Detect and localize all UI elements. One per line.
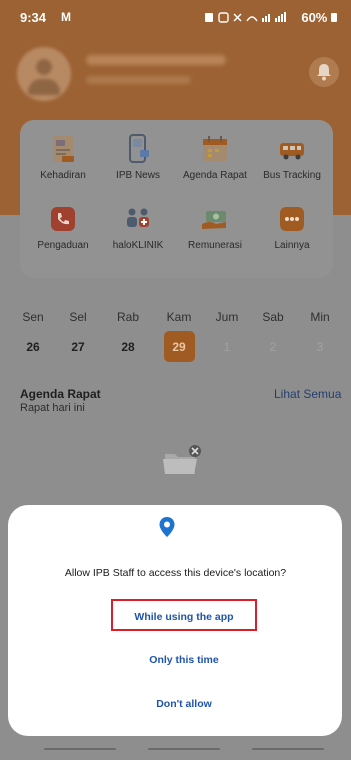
battery-icon bbox=[331, 13, 337, 22]
bus-icon bbox=[277, 134, 307, 164]
menu-label: Bus Tracking bbox=[263, 170, 321, 181]
system-icons bbox=[205, 11, 295, 26]
menu-item-lainnya[interactable]: Lainnya bbox=[253, 204, 331, 251]
date-cell[interactable]: 28 bbox=[108, 340, 148, 354]
menu-label: Lainnya bbox=[274, 240, 310, 251]
blurred-user-name bbox=[86, 55, 226, 65]
more-icon bbox=[277, 204, 307, 234]
battery-percent: 60% bbox=[301, 10, 328, 25]
nav-bar-indicator bbox=[252, 748, 324, 750]
menu-item-agenda-rapat[interactable]: Agenda Rapat bbox=[176, 134, 254, 181]
signal-wifi-icons bbox=[205, 12, 286, 23]
while-using-app-button[interactable]: While using the app bbox=[111, 599, 257, 631]
user-avatar-icon bbox=[36, 59, 52, 75]
quick-menu-card: Kehadiran IPB News Agenda Rapat Bus Trac… bbox=[20, 120, 333, 278]
battery-level: 60% bbox=[301, 10, 337, 25]
menu-label: haloKLINIK bbox=[112, 240, 164, 251]
menu-label: Remunerasi bbox=[188, 240, 242, 251]
money-icon bbox=[200, 204, 230, 234]
date-cell[interactable]: 1 bbox=[207, 340, 247, 354]
blurred-user-detail bbox=[86, 76, 191, 84]
phone-complaint-icon bbox=[48, 204, 78, 234]
calendar-icon bbox=[200, 134, 230, 164]
menu-item-ipb-news[interactable]: IPB News bbox=[99, 134, 177, 181]
day-label: Sen bbox=[22, 310, 44, 324]
menu-item-kehadiran[interactable]: Kehadiran bbox=[24, 134, 102, 181]
menu-label: IPB News bbox=[116, 170, 160, 181]
status-bar: 9:34 M 60% bbox=[0, 0, 351, 34]
day-label: Jum bbox=[215, 310, 239, 324]
see-all-link[interactable]: Lihat Semua bbox=[274, 387, 341, 401]
agenda-subtitle: Rapat hari ini bbox=[20, 402, 85, 414]
empty-folder-icon bbox=[161, 444, 201, 476]
day-label: Sab bbox=[262, 310, 284, 324]
nav-bar-indicator bbox=[148, 748, 220, 750]
menu-label: Kehadiran bbox=[40, 170, 86, 181]
date-cell[interactable]: 3 bbox=[300, 340, 340, 354]
dont-allow-button[interactable]: Don't allow bbox=[111, 688, 257, 720]
nav-bar-indicator bbox=[44, 748, 116, 750]
avatar[interactable] bbox=[17, 47, 71, 101]
day-label: Min bbox=[310, 310, 330, 324]
attendance-icon bbox=[48, 134, 78, 164]
day-label: Kam bbox=[166, 310, 192, 324]
bell-icon bbox=[317, 64, 331, 81]
avatar-shoulders bbox=[28, 79, 60, 95]
date-cell[interactable]: 2 bbox=[253, 340, 293, 354]
news-phone-icon bbox=[123, 134, 153, 164]
permission-prompt: Allow IPB Staff to access this device's … bbox=[64, 567, 287, 579]
only-this-time-button[interactable]: Only this time bbox=[111, 644, 257, 676]
menu-label: Agenda Rapat bbox=[183, 170, 247, 181]
clinic-icon bbox=[123, 204, 153, 234]
day-label: Rab bbox=[116, 310, 139, 324]
date-cell[interactable]: 26 bbox=[13, 340, 53, 354]
mail-notification-icon: M bbox=[61, 10, 71, 24]
status-time: 9:34 bbox=[20, 10, 47, 25]
day-label: Sel bbox=[69, 310, 87, 324]
menu-item-pengaduan[interactable]: Pengaduan bbox=[24, 204, 102, 251]
menu-item-remunerasi[interactable]: Remunerasi bbox=[176, 204, 254, 251]
menu-item-bus-tracking[interactable]: Bus Tracking bbox=[253, 134, 331, 181]
notification-button[interactable] bbox=[309, 57, 339, 87]
menu-label: Pengaduan bbox=[37, 240, 89, 251]
date-cell[interactable]: 27 bbox=[58, 340, 98, 354]
menu-item-haloklinik[interactable]: haloKLINIK bbox=[99, 204, 177, 251]
location-pin-icon bbox=[158, 516, 176, 538]
date-cell-selected[interactable]: 29 bbox=[159, 340, 199, 354]
agenda-title: Agenda Rapat bbox=[20, 387, 101, 401]
